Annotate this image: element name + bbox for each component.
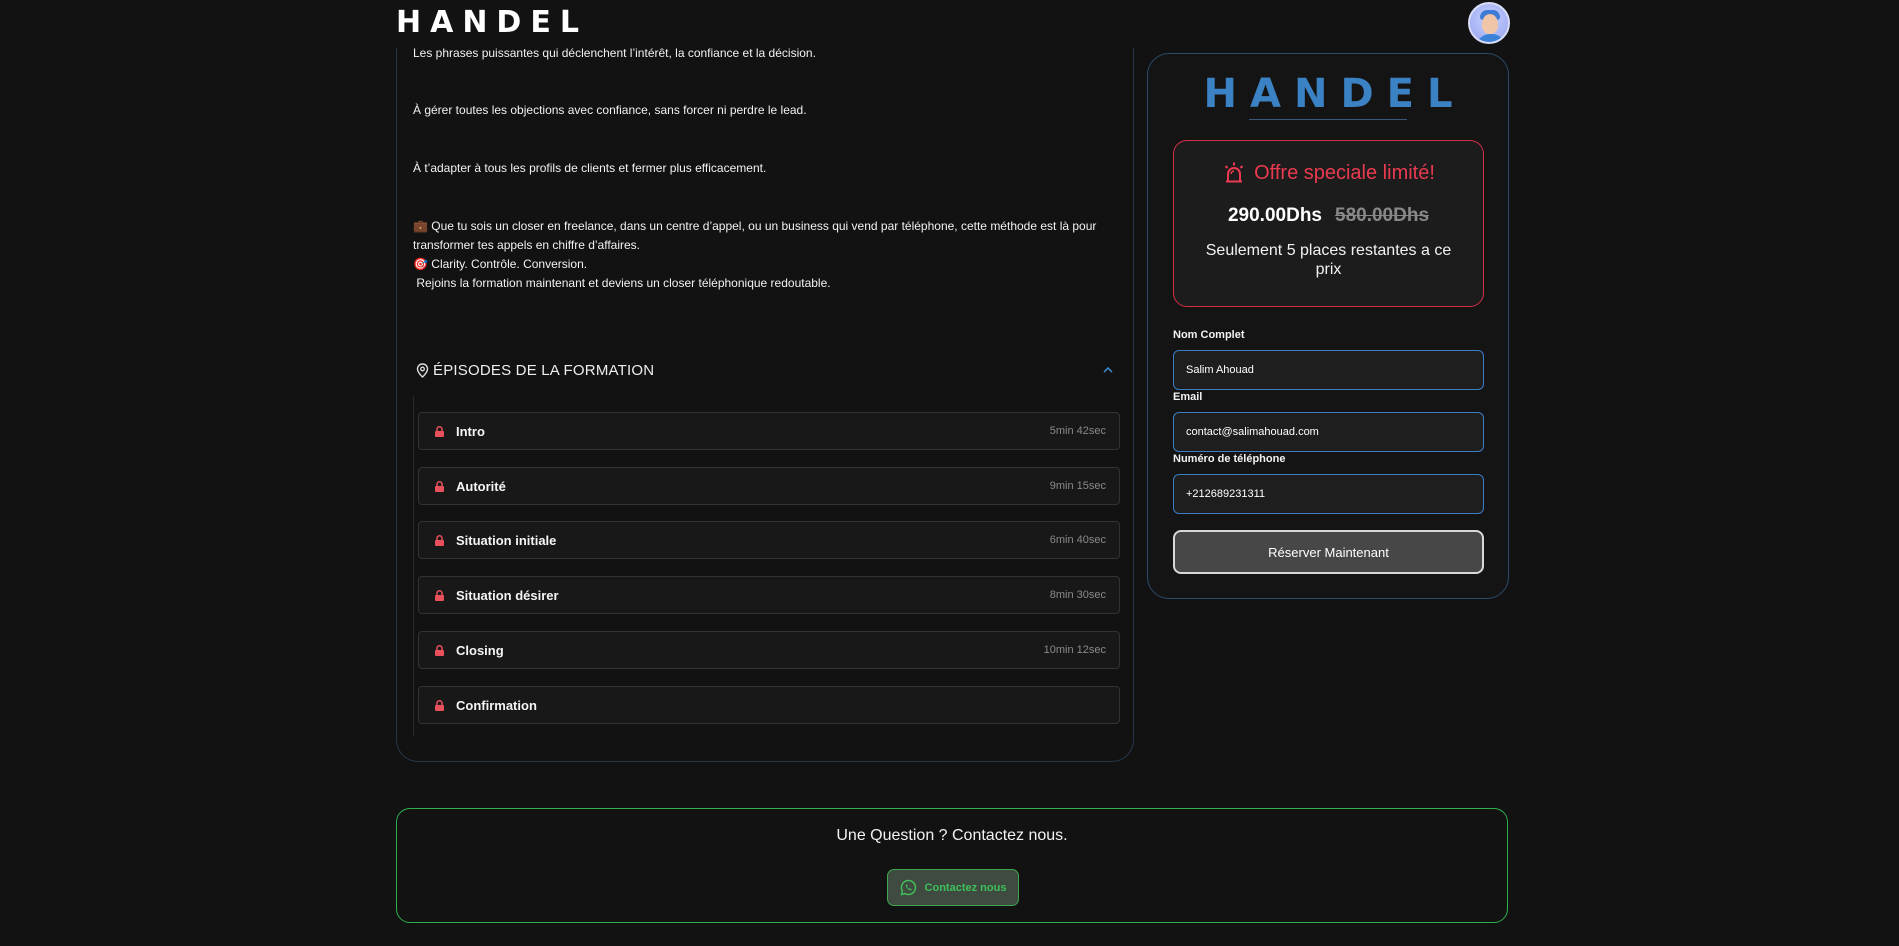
episodes-header[interactable]: ÉPISODES DE LA FORMATION — [416, 360, 1116, 380]
episode-item[interactable]: Intro 5min 42sec — [418, 412, 1120, 450]
episode-title: Autorité — [456, 478, 506, 494]
pitch-text-3: Rejoins la formation maintenant et devie… — [413, 276, 831, 290]
episodes-divider — [413, 396, 414, 736]
benefit-text-2: À gérer toutes les objections avec confi… — [413, 103, 807, 117]
reserve-button[interactable]: Réserver Maintenant — [1173, 530, 1484, 574]
email-label: Email — [1173, 391, 1203, 403]
booking-card — [1147, 53, 1509, 599]
contact-section: Une Question ? Contactez nous. Contactez… — [396, 808, 1508, 923]
brand-logo-text: HANDEL — [1203, 71, 1466, 117]
benefit-text-3: À t’adapter à tous les profils de client… — [413, 161, 767, 175]
contact-question: Une Question ? Contactez nous. — [836, 827, 1068, 844]
episode-duration: 6min 40sec — [1049, 534, 1106, 546]
episode-duration: 8min 30sec — [1049, 589, 1106, 601]
chevron-up-icon[interactable] — [1100, 362, 1116, 378]
special-offer-box: Offre speciale limité! 290.00Dhs 580.00D… — [1173, 140, 1484, 307]
benefit-text-1: Les phrases puissantes qui déclenchent l… — [413, 46, 816, 60]
price-row: 290.00Dhs 580.00Dhs — [1174, 205, 1483, 227]
name-field[interactable] — [1173, 350, 1484, 390]
episode-title: Intro — [456, 423, 485, 439]
price-current: 290.00Dhs — [1227, 205, 1322, 226]
episode-item[interactable]: Closing 10min 12sec — [418, 631, 1120, 669]
phone-field[interactable] — [1173, 474, 1484, 514]
offer-title-text: Offre speciale limité! — [1254, 161, 1435, 184]
whatsapp-icon — [900, 879, 916, 896]
whatsapp-contact-button[interactable]: Contactez nous — [887, 869, 1019, 906]
episode-title: Situation désirer — [456, 587, 559, 603]
places-remaining: Seulement 5 places restantes a ce prix — [1205, 242, 1452, 278]
lock-icon — [435, 644, 444, 656]
episode-duration: 10min 12sec — [1043, 644, 1106, 656]
episode-item[interactable]: Autorité 9min 15sec — [418, 467, 1120, 505]
episode-title: Confirmation — [456, 697, 537, 713]
contact-button-label: Contactez nous — [924, 881, 1007, 894]
episode-item[interactable]: Situation désirer 8min 30sec — [418, 576, 1120, 614]
lock-icon — [435, 589, 444, 601]
lock-icon — [435, 534, 444, 546]
lock-icon — [435, 425, 444, 437]
episode-duration: 5min 42sec — [1049, 425, 1106, 437]
brand-logo: HANDEL — [1202, 74, 1454, 122]
name-label: Nom Complet — [1173, 329, 1245, 341]
episodes-title: ÉPISODES DE LA FORMATION — [433, 361, 655, 379]
phone-label: Numéro de téléphone — [1173, 453, 1286, 465]
episode-duration: 9min 15sec — [1049, 480, 1106, 492]
lock-icon — [435, 480, 444, 492]
episode-title: Situation initiale — [456, 532, 557, 548]
price-original: 580.00Dhs — [1335, 205, 1430, 226]
user-avatar[interactable] — [1468, 2, 1510, 44]
episode-item[interactable]: Confirmation — [418, 686, 1120, 724]
episode-title: Closing — [456, 642, 504, 658]
site-logo[interactable]: HANDEL — [396, 8, 588, 38]
logo-text: HANDEL — [396, 5, 588, 40]
pitch-text-2: 🎯 Clarity. Contrôle. Conversion. — [413, 257, 588, 271]
lock-icon — [435, 699, 444, 711]
email-field[interactable] — [1173, 412, 1484, 452]
alarm-siren-icon — [1224, 162, 1244, 183]
offer-title: Offre speciale limité! — [1174, 161, 1483, 185]
pitch-paragraph: 💼 Que tu sois un closer en freelance, da… — [413, 217, 1113, 293]
episode-item[interactable]: Situation initiale 6min 40sec — [418, 521, 1120, 559]
location-pin-icon — [416, 362, 429, 378]
pitch-text-1: 💼 Que tu sois un closer en freelance, da… — [413, 219, 1097, 252]
